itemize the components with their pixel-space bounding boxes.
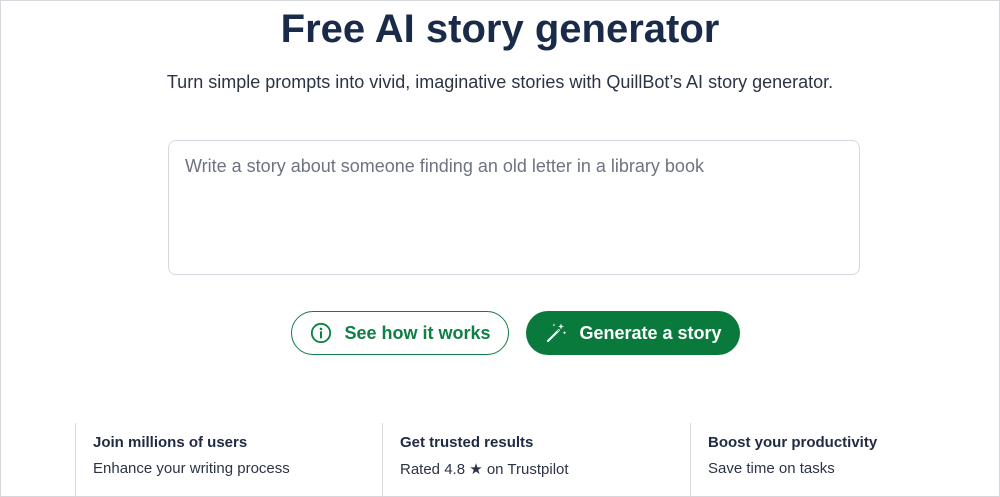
feature-productivity: Boost your productivity Save time on tas… — [690, 423, 999, 496]
page-title: Free AI story generator — [280, 7, 720, 51]
features-strip: Join millions of users Enhance your writ… — [75, 423, 999, 496]
page-subtitle: Turn simple prompts into vivid, imaginat… — [166, 72, 834, 92]
feature-description: Enhance your writing process — [93, 460, 290, 477]
feature-description: Save time on tasks — [708, 460, 835, 477]
see-how-it-works-label: See how it works — [344, 322, 491, 343]
page-frame: Free AI story generator Turn simple prom… — [0, 0, 1000, 497]
feature-description: Rated 4.8 ★ on Trustpilot — [400, 461, 569, 478]
info-circle-icon — [309, 321, 333, 345]
prompt-box — [168, 140, 860, 275]
magic-wand-icon — [544, 321, 568, 345]
see-how-it-works-button[interactable]: See how it works — [291, 311, 509, 355]
feature-trusted: Get trusted results Rated 4.8 ★ on Trust… — [382, 423, 690, 496]
feature-title: Join millions of users — [93, 434, 248, 451]
story-prompt-input[interactable] — [169, 141, 859, 274]
feature-users: Join millions of users Enhance your writ… — [75, 423, 383, 496]
generate-story-button[interactable]: Generate a story — [526, 311, 740, 355]
generate-story-label: Generate a story — [579, 322, 722, 343]
feature-title: Boost your productivity — [708, 434, 878, 451]
feature-title: Get trusted results — [400, 434, 534, 451]
